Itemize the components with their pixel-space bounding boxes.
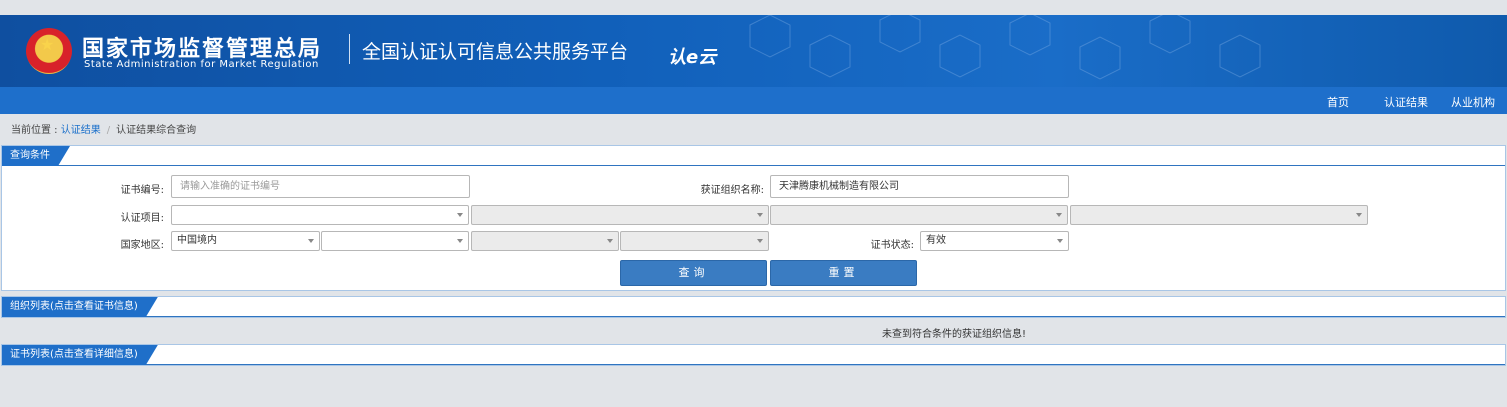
status-select[interactable]: 有效 <box>920 231 1069 251</box>
national-emblem-icon: ★ <box>26 28 72 74</box>
header-divider <box>349 34 350 64</box>
region-select-city[interactable] <box>471 231 619 251</box>
status-select-value: 有效 <box>926 235 946 246</box>
chevron-down-icon <box>1056 213 1062 217</box>
nav-cert-results[interactable]: 认证结果 <box>1384 94 1428 110</box>
cert-list-header: 证书列表(点击查看详细信息) <box>2 345 1505 365</box>
region-label: 国家地区: <box>120 240 164 251</box>
chevron-down-icon <box>308 239 314 243</box>
cert-no-input[interactable]: 请输入准确的证书编号 <box>171 175 470 198</box>
platform-title: 全国认证认可信息公共服务平台 <box>362 41 629 63</box>
status-label: 证书状态: <box>870 240 914 251</box>
org-list-empty-message: 未查到符合条件的获证组织信息! <box>882 329 1027 340</box>
nav-institutions[interactable]: 从业机构 <box>1451 94 1495 110</box>
breadcrumb-separator: / <box>106 125 111 136</box>
query-panel-header: 查询条件 <box>2 146 1505 166</box>
org-name-en: State Administration for Market Regulati… <box>84 59 319 70</box>
region-select-country[interactable]: 中国境内 <box>171 231 320 251</box>
reset-button[interactable]: 重置 <box>770 260 917 286</box>
query-button[interactable]: 查询 <box>620 260 767 286</box>
cert-list-title: 证书列表(点击查看详细信息) <box>2 345 158 365</box>
chevron-down-icon <box>757 213 763 217</box>
chevron-down-icon <box>757 239 763 243</box>
chevron-down-icon <box>457 239 463 243</box>
chevron-down-icon <box>457 213 463 217</box>
region-select-value: 中国境内 <box>177 235 217 246</box>
cert-list-panel: 证书列表(点击查看详细信息) <box>1 344 1506 366</box>
breadcrumb-current: 认证结果综合查询 <box>116 125 197 136</box>
org-list-title: 组织列表(点击查看证书信息) <box>2 297 158 317</box>
top-strip <box>0 0 1507 15</box>
chevron-down-icon <box>1356 213 1362 217</box>
cert-item-select-2[interactable] <box>471 205 769 225</box>
hexagon-pattern <box>749 15 1261 80</box>
header-banner: ★ 国家市场监督管理总局 State Administration for Ma… <box>0 15 1507 87</box>
org-list-panel: 组织列表(点击查看证书信息) <box>1 296 1506 318</box>
org-list-header: 组织列表(点击查看证书信息) <box>2 297 1505 317</box>
cert-item-select-4[interactable] <box>1070 205 1368 225</box>
cert-item-select-1[interactable] <box>171 205 469 225</box>
cert-item-label: 认证项目: <box>120 213 164 224</box>
breadcrumb-link[interactable]: 认证结果 <box>61 125 101 136</box>
region-select-district[interactable] <box>620 231 769 251</box>
renyun-logo: 认e云 <box>668 47 717 68</box>
query-panel-title: 查询条件 <box>2 146 70 166</box>
nav-home[interactable]: 首页 <box>1327 94 1349 110</box>
breadcrumb-prefix: 当前位置 : <box>11 125 61 136</box>
top-navbar: 首页 认证结果 从业机构 <box>0 87 1507 114</box>
cert-item-select-3[interactable] <box>770 205 1068 225</box>
org-name-label: 获证组织名称: <box>700 185 764 196</box>
chevron-down-icon <box>1057 239 1063 243</box>
region-select-province[interactable] <box>321 231 469 251</box>
chevron-down-icon <box>607 239 613 243</box>
org-name-input[interactable]: 天津腾康机械制造有限公司 <box>770 175 1069 198</box>
breadcrumb: 当前位置 : 认证结果 / 认证结果综合查询 <box>11 121 196 136</box>
cert-no-label: 证书编号: <box>120 185 164 196</box>
